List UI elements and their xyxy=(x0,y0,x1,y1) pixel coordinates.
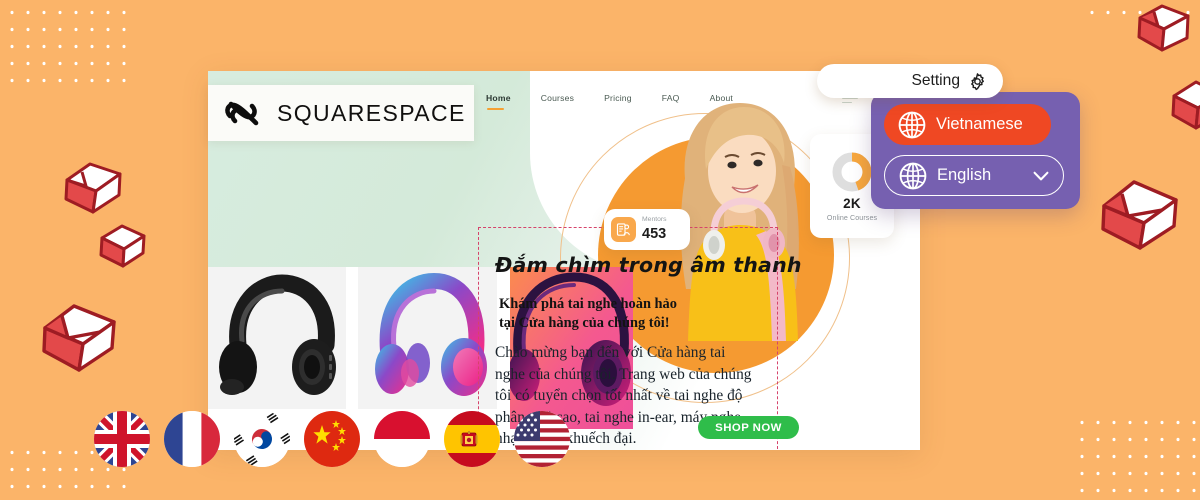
chevron-down-icon[interactable] xyxy=(1033,171,1049,182)
setting-button[interactable]: Setting xyxy=(817,64,1003,98)
squarespace-logo-bar[interactable]: SQUARESPACE xyxy=(208,85,474,141)
nav-item-home[interactable]: Home xyxy=(486,93,511,111)
dot-grid-top-right xyxy=(1080,0,1200,20)
language-option-english[interactable]: English xyxy=(884,155,1064,196)
decor-cube-2 xyxy=(99,224,146,268)
donut-chart-icon xyxy=(832,152,872,191)
flag-south-korea[interactable] xyxy=(234,411,290,467)
hero-subheadline-line2: tại Cửa hàng của chúng tôi! xyxy=(499,315,670,331)
dot-grid-top-left xyxy=(0,0,126,92)
decor-cube-5 xyxy=(1171,80,1200,130)
mentor-certificate-icon xyxy=(611,217,636,242)
stat-mentors-label: Mentors xyxy=(642,216,667,224)
gear-icon[interactable] xyxy=(968,72,987,91)
stat-courses-value: 2K xyxy=(843,195,861,211)
flag-united-kingdom[interactable] xyxy=(94,411,150,467)
nav-item-courses[interactable]: Courses xyxy=(541,93,574,110)
flag-row xyxy=(94,411,570,467)
flag-france[interactable] xyxy=(164,411,220,467)
menu-lines-icon[interactable] xyxy=(842,97,858,106)
language-label-english: English xyxy=(937,166,992,184)
shop-now-button[interactable]: SHOP NOW xyxy=(698,416,799,439)
flag-indonesia[interactable] xyxy=(374,411,430,467)
decor-cube-3 xyxy=(42,304,116,372)
globe-icon xyxy=(898,111,926,138)
flag-united-states[interactable] xyxy=(514,411,570,467)
nav-item-pricing[interactable]: Pricing xyxy=(604,93,632,110)
decor-cube-4 xyxy=(1137,4,1190,52)
decor-cube-1 xyxy=(64,162,122,214)
site-nav[interactable]: Home Courses Pricing FAQ About xyxy=(486,93,733,111)
squarespace-logo-text: SQUARESPACE xyxy=(277,99,466,126)
nav-item-faq[interactable]: FAQ xyxy=(662,93,680,110)
language-settings-panel: Vietnamese English xyxy=(871,92,1080,209)
poster-canvas: Home Courses Pricing FAQ About Đắm chìm … xyxy=(0,0,1200,500)
language-option-vietnamese[interactable]: Vietnamese xyxy=(884,104,1051,145)
squarespace-logo-icon xyxy=(225,101,259,126)
dot-grid-bottom-right xyxy=(1070,410,1200,500)
decor-cube-6 xyxy=(1101,180,1178,250)
stat-mentors-value: 453 xyxy=(642,226,667,243)
hero-subheadline: Khám phá tai nghe hoàn hảo tại Cửa hàng … xyxy=(499,295,774,333)
product-tile-black-headphones[interactable] xyxy=(208,267,346,409)
hero-subheadline-line1: Khám phá tai nghe hoàn hảo xyxy=(499,296,677,312)
flag-china[interactable] xyxy=(304,411,360,467)
nav-item-about[interactable]: About xyxy=(710,93,733,110)
stat-card-mentors: Mentors 453 xyxy=(604,209,690,250)
flag-spain[interactable] xyxy=(444,411,500,467)
hero-headline: Đắm chìm trong âm thanh xyxy=(495,253,802,277)
setting-label: Setting xyxy=(911,72,960,89)
globe-icon xyxy=(899,162,927,189)
stat-courses-label: Online Courses xyxy=(826,213,878,222)
language-label-vietnamese: Vietnamese xyxy=(936,115,1023,133)
product-tile-gradient-headphones[interactable] xyxy=(358,267,497,409)
